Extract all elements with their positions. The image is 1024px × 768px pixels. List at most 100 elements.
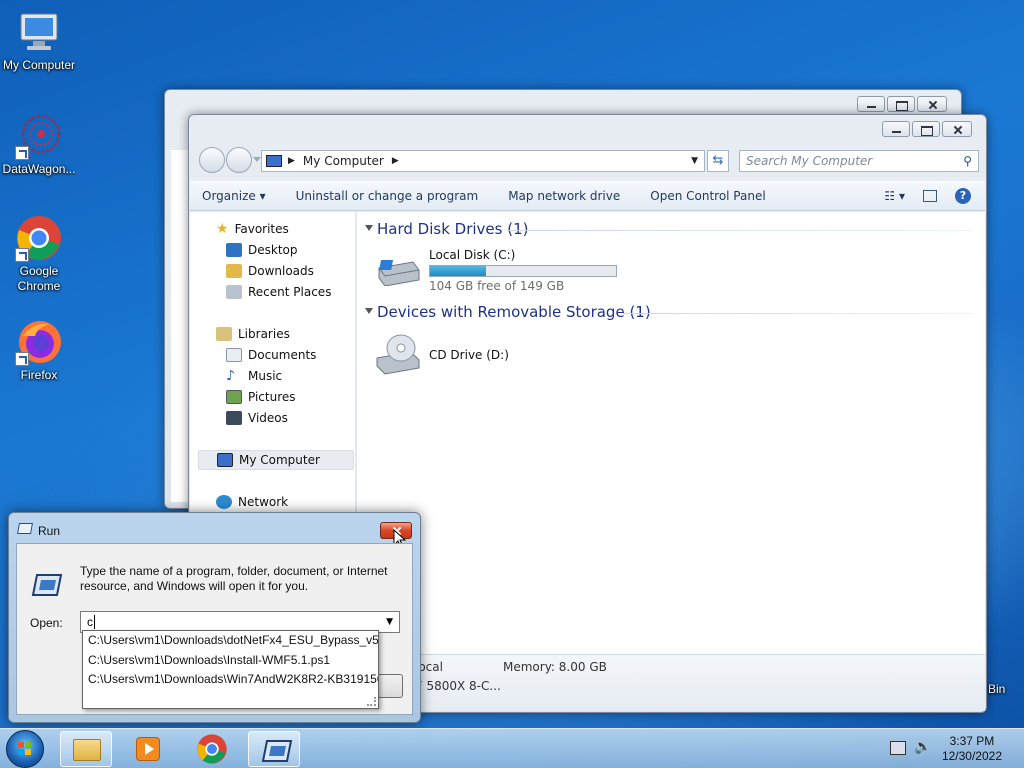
autocomplete-item[interactable]: C:\Users\vm1\Downloads\Win7AndW2K8R2-KB3… xyxy=(83,670,378,690)
shortcut-arrow-icon xyxy=(15,248,29,262)
nav-favorites[interactable]: ★ Favorites xyxy=(216,219,289,239)
group-divider xyxy=(507,230,971,231)
desktop-icon-firefox[interactable]: Firefox xyxy=(0,318,78,383)
run-program-icon xyxy=(261,740,293,762)
forward-button[interactable] xyxy=(226,147,252,173)
system-clock[interactable]: 3:37 PM 12/30/2022 xyxy=(942,734,1002,764)
details-memory: Memory: 8.00 GB xyxy=(503,660,607,674)
taskbar-run-button[interactable] xyxy=(248,731,300,767)
autocomplete-item[interactable]: C:\Users\vm1\Downloads\dotNetFx4_ESU_Byp… xyxy=(83,631,378,651)
videos-icon xyxy=(226,411,242,425)
libraries-icon xyxy=(216,327,232,341)
collapse-group-icon[interactable] xyxy=(365,308,373,314)
maximize-button[interactable] xyxy=(887,96,915,112)
local-disk-free-space: 104 GB free of 149 GB xyxy=(429,279,565,293)
volume-tray-icon[interactable]: 🔈 xyxy=(914,739,931,755)
search-input[interactable]: Search My Computer ⚲ xyxy=(739,150,979,172)
cd-drive-item[interactable]: CD Drive (D:) xyxy=(371,332,571,382)
group-header-hard-disk-drives[interactable]: Hard Disk Drives (1) xyxy=(377,220,528,238)
organize-button[interactable]: Organize ▾ xyxy=(202,189,266,203)
network-tray-icon[interactable] xyxy=(890,741,906,755)
network-icon xyxy=(216,495,232,509)
chrome-icon xyxy=(197,734,227,764)
back-button[interactable] xyxy=(199,147,225,173)
open-control-panel-button[interactable]: Open Control Panel xyxy=(650,189,765,203)
combo-dropdown-icon[interactable]: ▼ xyxy=(386,617,393,627)
uninstall-program-button[interactable]: Uninstall or change a program xyxy=(296,189,479,203)
nav-label: Recent Places xyxy=(248,285,332,299)
breadcrumb-my-computer[interactable]: My Computer xyxy=(303,154,384,168)
taskbar: 🔈 3:37 PM 12/30/2022 xyxy=(0,728,1024,768)
autocomplete-list[interactable]: C:\Users\vm1\Downloads\dotNetFx4_ESU_Byp… xyxy=(82,630,379,709)
autocomplete-item[interactable]: C:\Users\vm1\Downloads\Install-WMF5.1.ps… xyxy=(83,651,378,671)
documents-icon xyxy=(226,348,242,362)
nav-label: Downloads xyxy=(248,264,314,278)
text-caret xyxy=(94,615,95,629)
star-icon: ★ xyxy=(216,221,229,237)
shortcut-arrow-icon xyxy=(15,352,29,366)
cd-drive-icon xyxy=(375,332,421,376)
start-button[interactable] xyxy=(6,730,44,768)
nav-recent-places[interactable]: Recent Places xyxy=(226,282,331,302)
desktop-icon-my-computer[interactable]: My Computer xyxy=(0,8,78,73)
nav-pictures[interactable]: Pictures xyxy=(226,387,296,407)
nav-music[interactable]: ♪ Music xyxy=(226,366,282,386)
preview-pane-icon[interactable] xyxy=(923,190,937,202)
nav-label: Videos xyxy=(248,411,288,425)
hard-drive-icon xyxy=(375,260,421,287)
nav-documents[interactable]: Documents xyxy=(226,345,316,365)
play-icon xyxy=(145,743,154,755)
collapse-group-icon[interactable] xyxy=(365,225,373,231)
nav-label: Documents xyxy=(248,348,317,362)
group-header-removable-storage[interactable]: Devices with Removable Storage (1) xyxy=(377,303,651,321)
clock-time: 3:37 PM xyxy=(949,734,995,748)
run-title-icon xyxy=(17,523,33,534)
minimize-button[interactable] xyxy=(857,96,885,112)
taskbar-media-player-button[interactable] xyxy=(122,731,174,767)
organize-label: Organize xyxy=(202,189,256,203)
computer-icon xyxy=(15,8,63,56)
nav-downloads[interactable]: Downloads xyxy=(226,261,314,281)
taskbar-explorer-button[interactable] xyxy=(60,731,112,767)
nav-label: Network xyxy=(238,495,289,509)
search-icon[interactable]: ⚲ xyxy=(963,154,972,168)
chrome-icon xyxy=(15,214,63,262)
refresh-button[interactable]: ⇆ xyxy=(707,150,729,172)
recent-places-icon xyxy=(226,285,242,299)
maximize-button[interactable] xyxy=(912,121,940,137)
recent-pages-chevron-icon[interactable] xyxy=(253,157,261,162)
desktop-icon-label: Bin xyxy=(988,682,1006,696)
nav-label: Favorites xyxy=(234,222,289,236)
nav-libraries[interactable]: Libraries xyxy=(216,324,290,344)
caption-buttons xyxy=(882,121,972,137)
address-bar[interactable]: ▶ My Computer ▶ ▼ xyxy=(261,150,705,172)
address-dropdown-icon[interactable]: ▼ xyxy=(691,156,698,166)
minimize-button[interactable] xyxy=(882,121,910,137)
close-button[interactable] xyxy=(917,96,947,112)
breadcrumb-chevron-icon[interactable]: ▶ xyxy=(288,156,295,166)
cd-drive-name: CD Drive (D:) xyxy=(429,348,509,362)
local-disk-name: Local Disk (C:) xyxy=(429,248,516,262)
taskbar-chrome-button[interactable] xyxy=(186,731,238,767)
caption-buttons xyxy=(857,96,947,112)
desktop-icon-label: Google Chrome xyxy=(17,264,61,293)
breadcrumb-chevron-icon[interactable]: ▶ xyxy=(392,156,399,166)
desktop-icon-datawagon[interactable]: DataWagon... xyxy=(0,112,78,177)
resize-grip-icon[interactable] xyxy=(367,697,376,706)
nav-videos[interactable]: Videos xyxy=(226,408,288,428)
map-network-drive-button[interactable]: Map network drive xyxy=(508,189,620,203)
downloads-folder-icon xyxy=(226,264,242,278)
desktop-icon-label: Firefox xyxy=(20,368,58,382)
computer-icon xyxy=(266,155,282,167)
close-button[interactable] xyxy=(942,121,972,137)
view-options-icon[interactable]: ☷ ▾ xyxy=(884,189,905,203)
nav-desktop[interactable]: Desktop xyxy=(226,240,298,260)
desktop-icon-label: My Computer xyxy=(2,58,76,72)
run-title: Run xyxy=(38,524,61,538)
shortcut-arrow-icon xyxy=(15,146,29,160)
local-disk-item[interactable]: Local Disk (C:) 104 GB free of 149 GB xyxy=(371,248,631,298)
help-icon[interactable]: ? xyxy=(955,188,971,204)
nav-my-computer[interactable]: My Computer xyxy=(198,450,354,470)
nav-network[interactable]: Network xyxy=(216,492,288,512)
desktop-icon-google-chrome[interactable]: Google Chrome xyxy=(0,214,78,294)
